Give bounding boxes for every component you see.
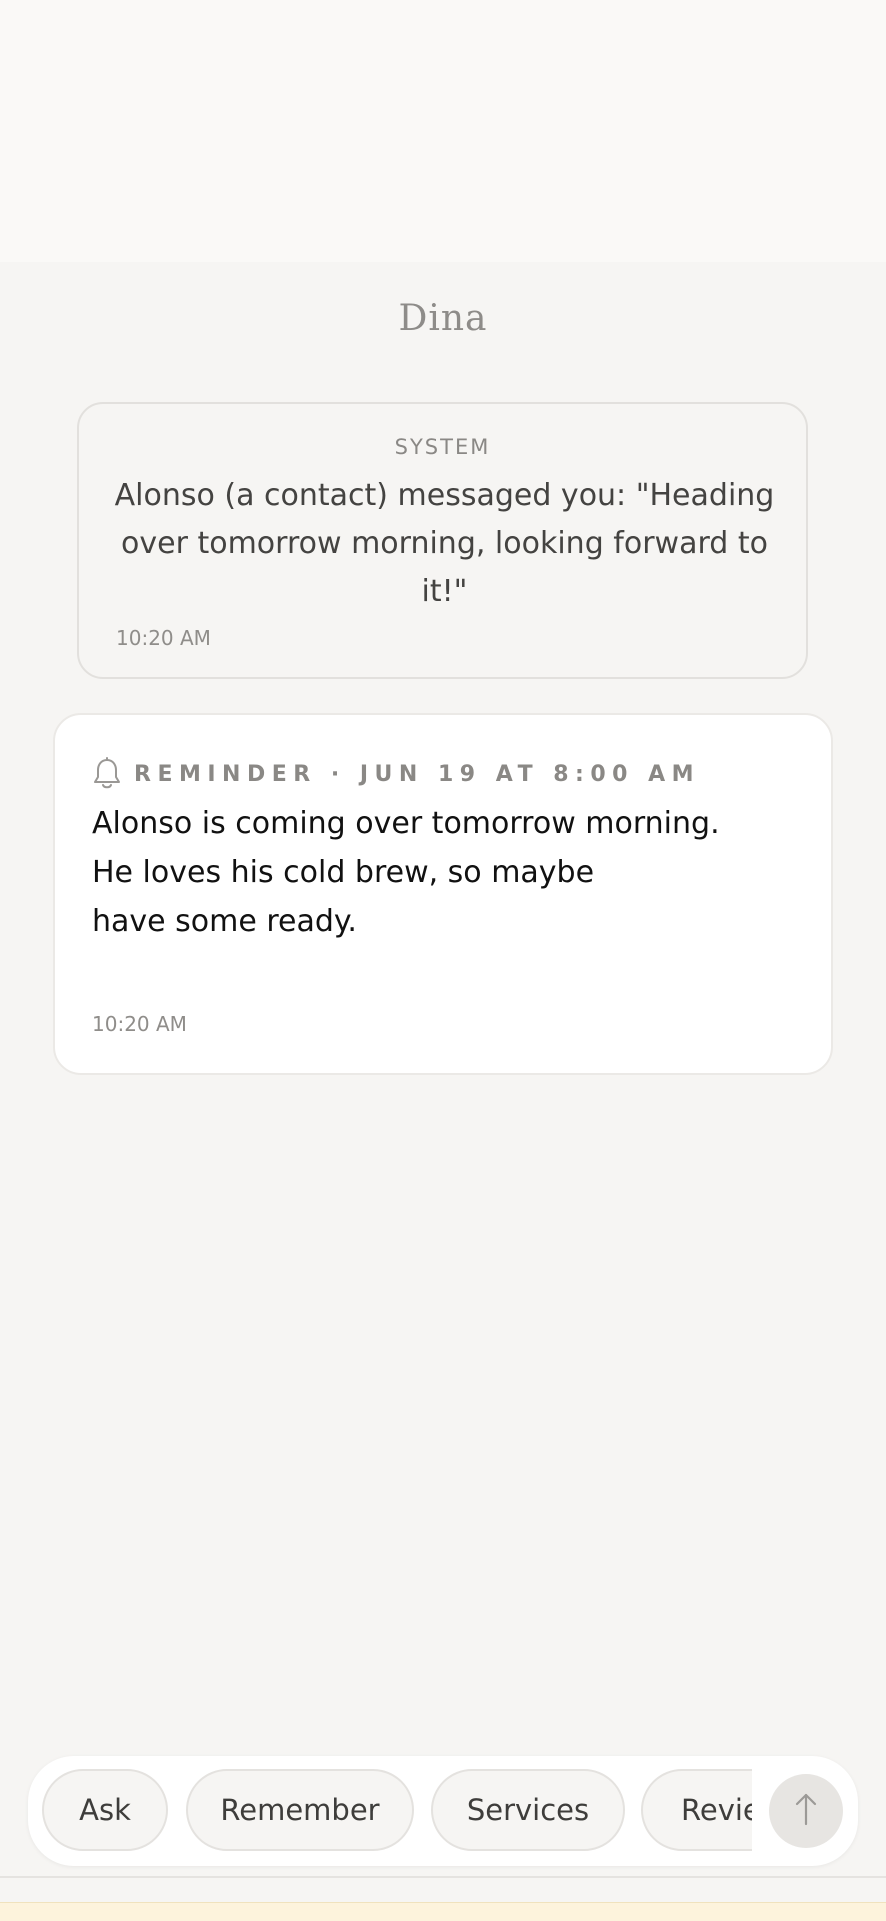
status-area [0, 0, 886, 262]
system-label: SYSTEM [394, 435, 491, 459]
services-button[interactable]: Services [431, 1769, 625, 1851]
remember-button[interactable]: Remember [186, 1769, 414, 1851]
reminder-label: REMINDER · JUN 19 AT 8:00 AM [134, 761, 701, 787]
send-button[interactable] [769, 1774, 843, 1848]
bell-icon [92, 757, 122, 791]
action-bar: Ask Remember Services Review [28, 1756, 858, 1866]
system-message-text: Alonso (a contact) messaged you: "Headin… [114, 478, 775, 609]
reminder-card[interactable]: REMINDER · JUN 19 AT 8:00 AM Alonso is c… [53, 713, 833, 1075]
review-button[interactable]: Review [641, 1769, 752, 1851]
divider [0, 1876, 886, 1878]
arrow-up-icon [791, 1791, 821, 1831]
reminder-line: Alonso is coming over tomorrow morning. [92, 806, 720, 841]
ask-button[interactable]: Ask [42, 1769, 168, 1851]
reminder-line: He loves his cold brew, so maybe [92, 855, 595, 890]
bottom-strip [0, 1902, 886, 1921]
system-message-card: SYSTEM Alonso (a contact) messaged you: … [77, 402, 808, 679]
reminder-line: have some ready. [92, 904, 357, 939]
reminder-time: 10:20 AM [92, 1012, 187, 1036]
page-title: Dina [398, 298, 488, 339]
reminder-text: Alonso is coming over tomorrow morning. … [92, 799, 792, 946]
reminder-header: REMINDER · JUN 19 AT 8:00 AM [92, 756, 700, 792]
system-message-time: 10:20 AM [116, 626, 211, 650]
pill-track[interactable]: Ask Remember Services Review [28, 1756, 752, 1866]
